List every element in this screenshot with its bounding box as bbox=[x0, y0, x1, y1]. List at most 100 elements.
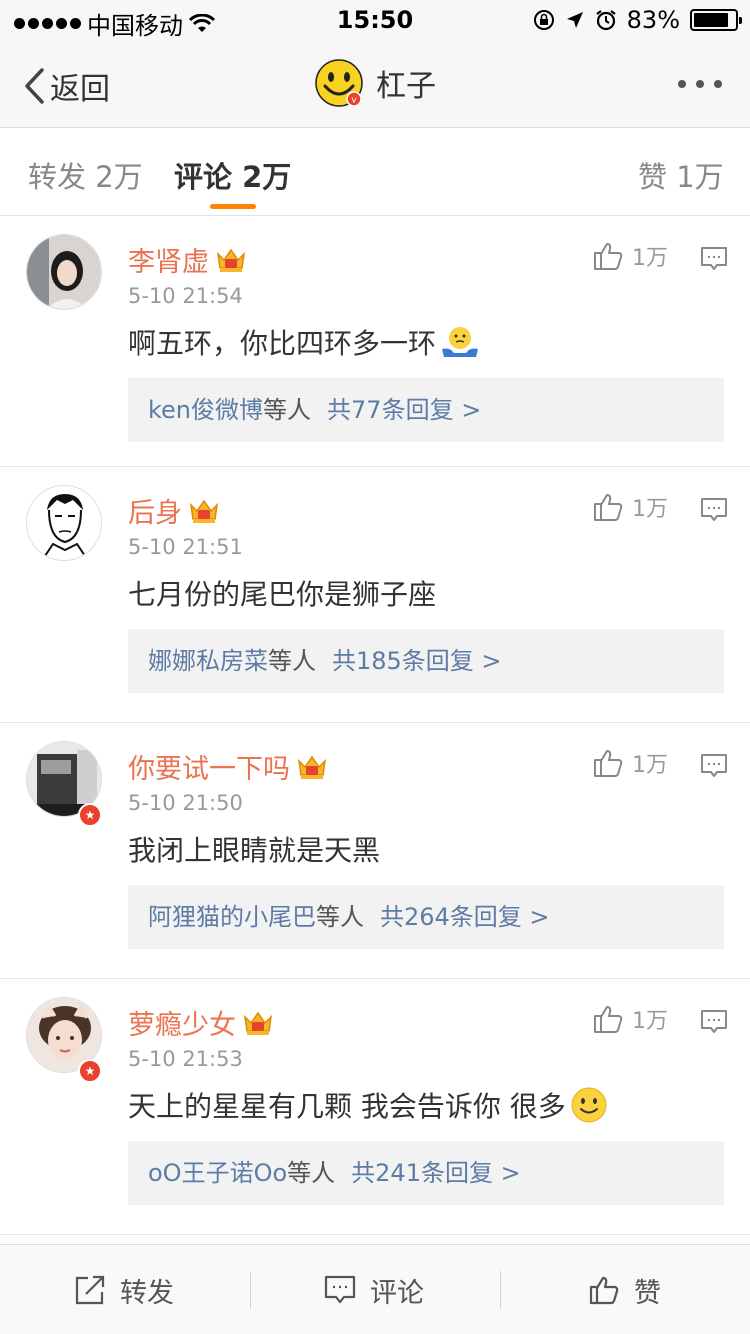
thumbs-up-icon bbox=[594, 1006, 623, 1033]
comment-time: 5-10 21:54 bbox=[128, 284, 243, 308]
like-toolbar-button[interactable]: 赞 bbox=[588, 1245, 661, 1334]
thumbs-up-icon bbox=[594, 750, 623, 777]
reply-names: 娜娜私房菜 bbox=[148, 647, 268, 675]
tab-comments-count: 2万 bbox=[242, 160, 292, 194]
comment-username[interactable]: 萝瘾少女 bbox=[128, 1003, 274, 1042]
poster-avatar[interactable]: v bbox=[314, 58, 364, 108]
tab-repost-label: 转发 bbox=[28, 160, 87, 194]
crown-vip-icon bbox=[216, 248, 246, 272]
reply-comment-icon[interactable] bbox=[700, 1009, 728, 1035]
verified-badge: ★ bbox=[78, 1059, 102, 1083]
comment-label: 评论 bbox=[370, 1277, 424, 1309]
comment-text: 我闭上眼睛就是天黑 bbox=[128, 829, 380, 869]
reply-others: 等人 bbox=[316, 903, 364, 931]
reply-others: 等人 bbox=[287, 1159, 336, 1187]
like-button[interactable]: 1万 bbox=[592, 240, 668, 272]
comment-button[interactable]: 评论 bbox=[324, 1245, 424, 1334]
comment-username[interactable]: 你要试一下吗 bbox=[128, 747, 328, 786]
comment-text-body: 天上的星星有几颗 我会告诉你 很多 bbox=[128, 1090, 566, 1123]
username-text: 后身 bbox=[128, 498, 182, 529]
comment-icon bbox=[324, 1275, 356, 1304]
crown-vip-icon bbox=[297, 755, 327, 779]
like-count: 1万 bbox=[632, 753, 668, 778]
repost-button[interactable]: 转发 bbox=[74, 1245, 174, 1334]
nav-title[interactable]: v 杠子 bbox=[0, 58, 750, 108]
reply-comment-icon[interactable] bbox=[700, 497, 728, 523]
tab-likes[interactable]: 赞 1万 bbox=[638, 154, 724, 196]
comment-time: 5-10 21:51 bbox=[128, 535, 243, 559]
poster-name: 杠子 bbox=[376, 69, 436, 104]
reply-others: 等人 bbox=[263, 396, 312, 424]
reply-count-link[interactable]: 共241条回复 > bbox=[351, 1159, 521, 1187]
like-label: 赞 bbox=[634, 1277, 661, 1309]
share-icon bbox=[75, 1275, 105, 1305]
comment-text: 天上的星星有几颗 我会告诉你 很多 bbox=[128, 1085, 608, 1125]
like-count: 1万 bbox=[632, 1009, 668, 1034]
tab-repost[interactable]: 转发 2万 bbox=[28, 154, 143, 196]
avatar[interactable] bbox=[26, 234, 102, 310]
tab-repost-count: 2万 bbox=[95, 160, 143, 194]
smile-emoji-icon bbox=[571, 1087, 607, 1123]
comment-text-body: 七月份的尾巴你是狮子座 bbox=[128, 578, 437, 611]
reply-count-link[interactable]: 共185条回复 > bbox=[332, 647, 502, 675]
comment-time: 5-10 21:53 bbox=[128, 1047, 243, 1071]
comment-username[interactable]: 后身 bbox=[128, 491, 220, 530]
battery-icon bbox=[690, 9, 742, 31]
reply-comment-icon[interactable] bbox=[700, 246, 728, 272]
username-text: 李肾虚 bbox=[128, 247, 209, 278]
reply-summary[interactable]: oO王子诺Oo等人 共241条回复 > bbox=[128, 1141, 724, 1205]
comment-item[interactable]: ★ 你要试一下吗 5-10 21:50 我闭上眼睛就是天黑 1万 阿狸猫的小尾巴… bbox=[0, 723, 750, 979]
thumbs-up-icon bbox=[594, 494, 623, 521]
tab-active-indicator bbox=[210, 204, 256, 209]
tab-comments[interactable]: 评论 2万 bbox=[174, 154, 291, 196]
thumbs-up-icon bbox=[589, 1276, 619, 1305]
status-right: 83% bbox=[533, 6, 742, 34]
crown-vip-icon bbox=[243, 1011, 273, 1035]
orientation-lock-icon bbox=[533, 10, 554, 30]
avatar-photo bbox=[27, 486, 101, 560]
bottom-toolbar: 转发 评论 赞 bbox=[0, 1244, 750, 1334]
reply-names: oO王子诺Oo bbox=[148, 1159, 288, 1187]
reply-count-link[interactable]: 共264条回复 > bbox=[380, 903, 550, 931]
reply-summary[interactable]: 娜娜私房菜等人 共185条回复 > bbox=[128, 629, 724, 693]
reply-summary[interactable]: ken俊微博等人 共77条回复 > bbox=[128, 378, 724, 442]
like-button[interactable]: 1万 bbox=[592, 747, 668, 779]
avatar-photo bbox=[27, 235, 101, 309]
svg-text:v: v bbox=[351, 96, 357, 106]
reply-summary[interactable]: 阿狸猫的小尾巴等人 共264条回复 > bbox=[128, 885, 724, 949]
battery-percent: 83% bbox=[626, 6, 680, 34]
crown-vip-icon bbox=[189, 499, 219, 523]
alarm-icon bbox=[595, 10, 616, 31]
comment-item[interactable]: 李肾虚 5-10 21:54 啊五环，你比四环多一环 1万 ken俊微博等人 共… bbox=[0, 216, 750, 467]
tab-bar: 转发 2万 评论 2万 赞 1万 bbox=[0, 128, 750, 216]
username-text: 萝瘾少女 bbox=[128, 1010, 236, 1041]
comment-text-body: 啊五环，你比四环多一环 bbox=[128, 327, 437, 360]
reply-count-link[interactable]: 共77条回复 > bbox=[327, 396, 481, 424]
more-dots-icon[interactable] bbox=[678, 80, 722, 88]
comment-item[interactable]: ★ 萝瘾少女 5-10 21:53 天上的星星有几颗 我会告诉你 很多 1万 o… bbox=[0, 979, 750, 1235]
like-button[interactable]: 1万 bbox=[592, 1003, 668, 1035]
toolbar-divider bbox=[500, 1271, 501, 1309]
smiley-avatar-icon: v bbox=[315, 59, 363, 107]
comment-username[interactable]: 李肾虚 bbox=[128, 240, 247, 279]
toolbar-divider bbox=[250, 1271, 251, 1309]
comment-text: 啊五环，你比四环多一环 bbox=[128, 322, 480, 362]
like-count: 1万 bbox=[632, 246, 668, 271]
tab-likes-label: 赞 bbox=[638, 160, 668, 194]
comment-item[interactable]: 后身 5-10 21:51 七月份的尾巴你是狮子座 1万 娜娜私房菜等人 共185… bbox=[0, 467, 750, 723]
nav-bar: 返回 v 杠子 bbox=[0, 40, 750, 128]
location-icon bbox=[566, 12, 583, 28]
avatar[interactable] bbox=[26, 485, 102, 561]
reply-others: 等人 bbox=[268, 647, 316, 675]
tab-comments-label: 评论 bbox=[174, 160, 233, 194]
reply-names: 阿狸猫的小尾巴 bbox=[148, 903, 316, 931]
like-button[interactable]: 1万 bbox=[592, 491, 668, 523]
reply-names: ken俊微博 bbox=[148, 396, 264, 424]
thumbs-up-icon bbox=[594, 243, 623, 270]
comment-text: 七月份的尾巴你是狮子座 bbox=[128, 573, 436, 613]
like-count: 1万 bbox=[632, 497, 668, 522]
reply-comment-icon[interactable] bbox=[700, 753, 728, 779]
repost-label: 转发 bbox=[120, 1277, 174, 1309]
shrug-emoji-icon bbox=[442, 327, 479, 357]
username-text: 你要试一下吗 bbox=[128, 754, 290, 785]
